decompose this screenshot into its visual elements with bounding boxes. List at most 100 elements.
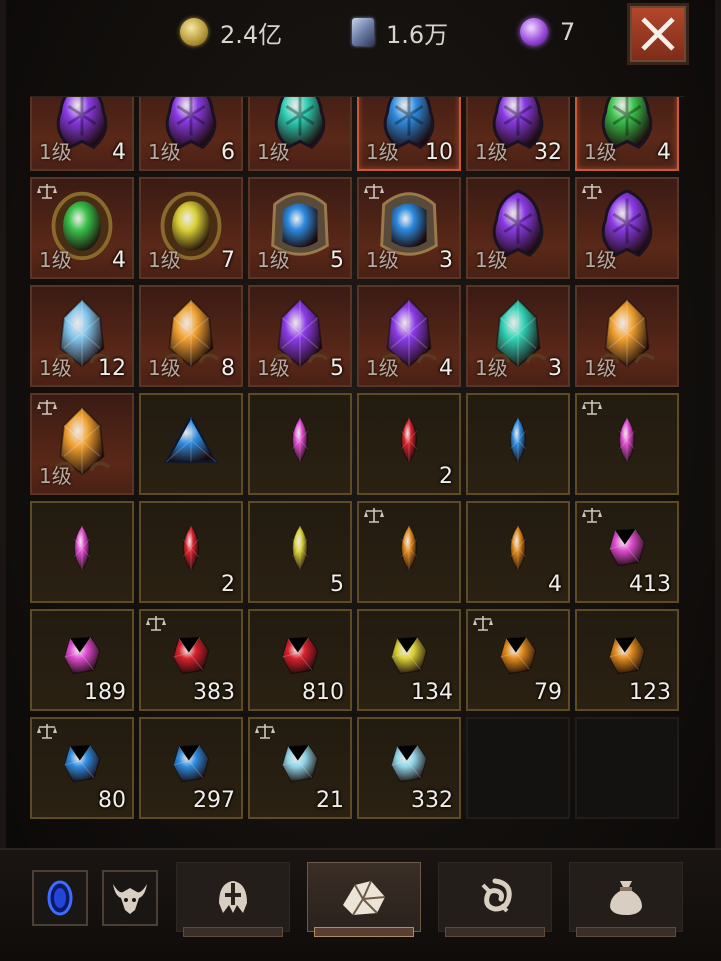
inventory-slot[interactable]: 1级: [575, 177, 679, 279]
item-quantity: 5: [330, 572, 344, 597]
inventory-slot[interactable]: 1级 10: [357, 97, 461, 171]
inventory-slot[interactable]: 297: [139, 717, 243, 819]
item-quantity: 189: [84, 680, 126, 705]
inventory-slot[interactable]: [30, 501, 134, 603]
balance-scale-icon: [37, 400, 57, 415]
currency-bar: 2.4亿 1.6万 7: [0, 0, 721, 66]
inventory-slot[interactable]: 2: [357, 393, 461, 495]
pink-marquise-icon: [73, 524, 91, 572]
yellow-marquise-icon: [291, 524, 309, 572]
item-level-label: 1级: [584, 248, 617, 272]
empty-slot: [466, 717, 570, 819]
item-level-label: 1级: [257, 356, 290, 380]
inventory-slot[interactable]: 5: [248, 501, 352, 603]
inventory-slot[interactable]: 134: [357, 609, 461, 711]
blue-triangle-icon: [164, 414, 218, 463]
inventory-slot[interactable]: [248, 393, 352, 495]
portal-button[interactable]: [32, 870, 88, 926]
inventory-slot[interactable]: 1级 32: [466, 97, 570, 171]
inventory-slot[interactable]: 332: [357, 717, 461, 819]
item-level-label: 1级: [475, 248, 508, 272]
inventory-slot[interactable]: [139, 393, 243, 495]
inventory-slot[interactable]: 21: [248, 717, 352, 819]
inventory-slot[interactable]: 1级 8: [139, 285, 243, 387]
item-quantity: 10: [425, 140, 453, 165]
item-level-label: 1级: [39, 356, 72, 380]
inventory-slot[interactable]: 1级: [30, 393, 134, 495]
item-quantity: 4: [439, 356, 453, 381]
inventory-slot[interactable]: 1级 12: [30, 285, 134, 387]
balance-scale-icon: [582, 184, 602, 199]
item-level-label: 1级: [584, 356, 617, 380]
coin-bag-icon: [610, 881, 642, 915]
item-level-label: 1级: [148, 356, 181, 380]
inventory-slot[interactable]: 1级 5: [248, 177, 352, 279]
inventory-slot[interactable]: 413: [575, 501, 679, 603]
inventory-slot[interactable]: 1级 7: [139, 177, 243, 279]
balance-scale-icon: [255, 724, 275, 739]
inventory-slot[interactable]: 1级 3: [466, 285, 570, 387]
inventory-slot[interactable]: 123: [575, 609, 679, 711]
item-quantity: 4: [657, 140, 671, 165]
tab-gems[interactable]: [307, 862, 421, 937]
item-quantity: 6: [221, 140, 235, 165]
inventory-slot[interactable]: 189: [30, 609, 134, 711]
inventory-slot[interactable]: 1级: [248, 97, 352, 171]
item-level-label: 1级: [257, 140, 290, 164]
inventory-grid: 1级 4 1级 6 1级 1级 10 1级 32 1级 4 1级 4 1级 7 1级 5 1级 3 1级 1级 1级 12 1…: [30, 96, 684, 822]
red-chip-icon: [172, 636, 210, 675]
inventory-slot[interactable]: 1级 4: [30, 97, 134, 171]
inventory-slot[interactable]: 1级 4: [357, 285, 461, 387]
currency-orb-value: 7: [560, 18, 576, 46]
pink-chip-icon: [63, 636, 101, 675]
inventory-slot[interactable]: 79: [466, 609, 570, 711]
tab-bag[interactable]: [569, 862, 683, 937]
inventory-slot[interactable]: 1级: [466, 177, 570, 279]
inventory-slot[interactable]: 1级 4: [30, 177, 134, 279]
inventory-slot[interactable]: 383: [139, 609, 243, 711]
item-quantity: 4: [112, 248, 126, 273]
currency-gold: 2.4亿: [180, 12, 282, 52]
close-icon: [641, 17, 675, 51]
item-quantity: 383: [193, 680, 235, 705]
tab-armor[interactable]: [176, 862, 290, 937]
item-level-label: 1级: [148, 248, 181, 272]
inventory-slot[interactable]: 80: [30, 717, 134, 819]
gem-pouch-icon: [343, 880, 386, 916]
item-quantity: 8: [221, 356, 235, 381]
item-quantity: 3: [439, 248, 453, 273]
item-quantity: 5: [330, 356, 344, 381]
tab-consumables[interactable]: [438, 862, 552, 937]
item-quantity: 5: [330, 248, 344, 273]
inventory-slot[interactable]: 2: [139, 501, 243, 603]
clan-button[interactable]: [102, 870, 158, 926]
close-button[interactable]: [627, 3, 689, 65]
pink-marquise-icon: [291, 416, 309, 464]
inventory-slot[interactable]: 810: [248, 609, 352, 711]
blue-chip-icon: [172, 744, 210, 783]
inventory-slot[interactable]: [575, 393, 679, 495]
balance-scale-icon: [473, 616, 493, 631]
inventory-slot[interactable]: 1级: [575, 285, 679, 387]
inventory-slot[interactable]: 1级 3: [357, 177, 461, 279]
balance-scale-icon: [37, 184, 57, 199]
inventory-slot[interactable]: [466, 393, 570, 495]
empty-slot: [575, 717, 679, 819]
orange-chip-icon: [499, 636, 537, 675]
inventory-slot[interactable]: [357, 501, 461, 603]
yellow-chip-icon: [390, 636, 428, 675]
inventory-slot[interactable]: 1级 4: [575, 97, 679, 171]
currency-orb: 7: [520, 12, 575, 52]
balance-scale-icon: [364, 508, 384, 523]
item-quantity: 32: [534, 140, 562, 165]
item-level-label: 1级: [584, 140, 617, 164]
red-chip-icon: [281, 636, 319, 675]
item-level-label: 1级: [39, 464, 72, 488]
item-quantity: 4: [112, 140, 126, 165]
inventory-slot[interactable]: 1级 6: [139, 97, 243, 171]
item-quantity: 12: [98, 356, 126, 381]
inventory-slot[interactable]: 4: [466, 501, 570, 603]
inventory-slot[interactable]: 1级 5: [248, 285, 352, 387]
gold-coin-icon: [180, 18, 208, 46]
blue-chip-icon: [63, 744, 101, 783]
